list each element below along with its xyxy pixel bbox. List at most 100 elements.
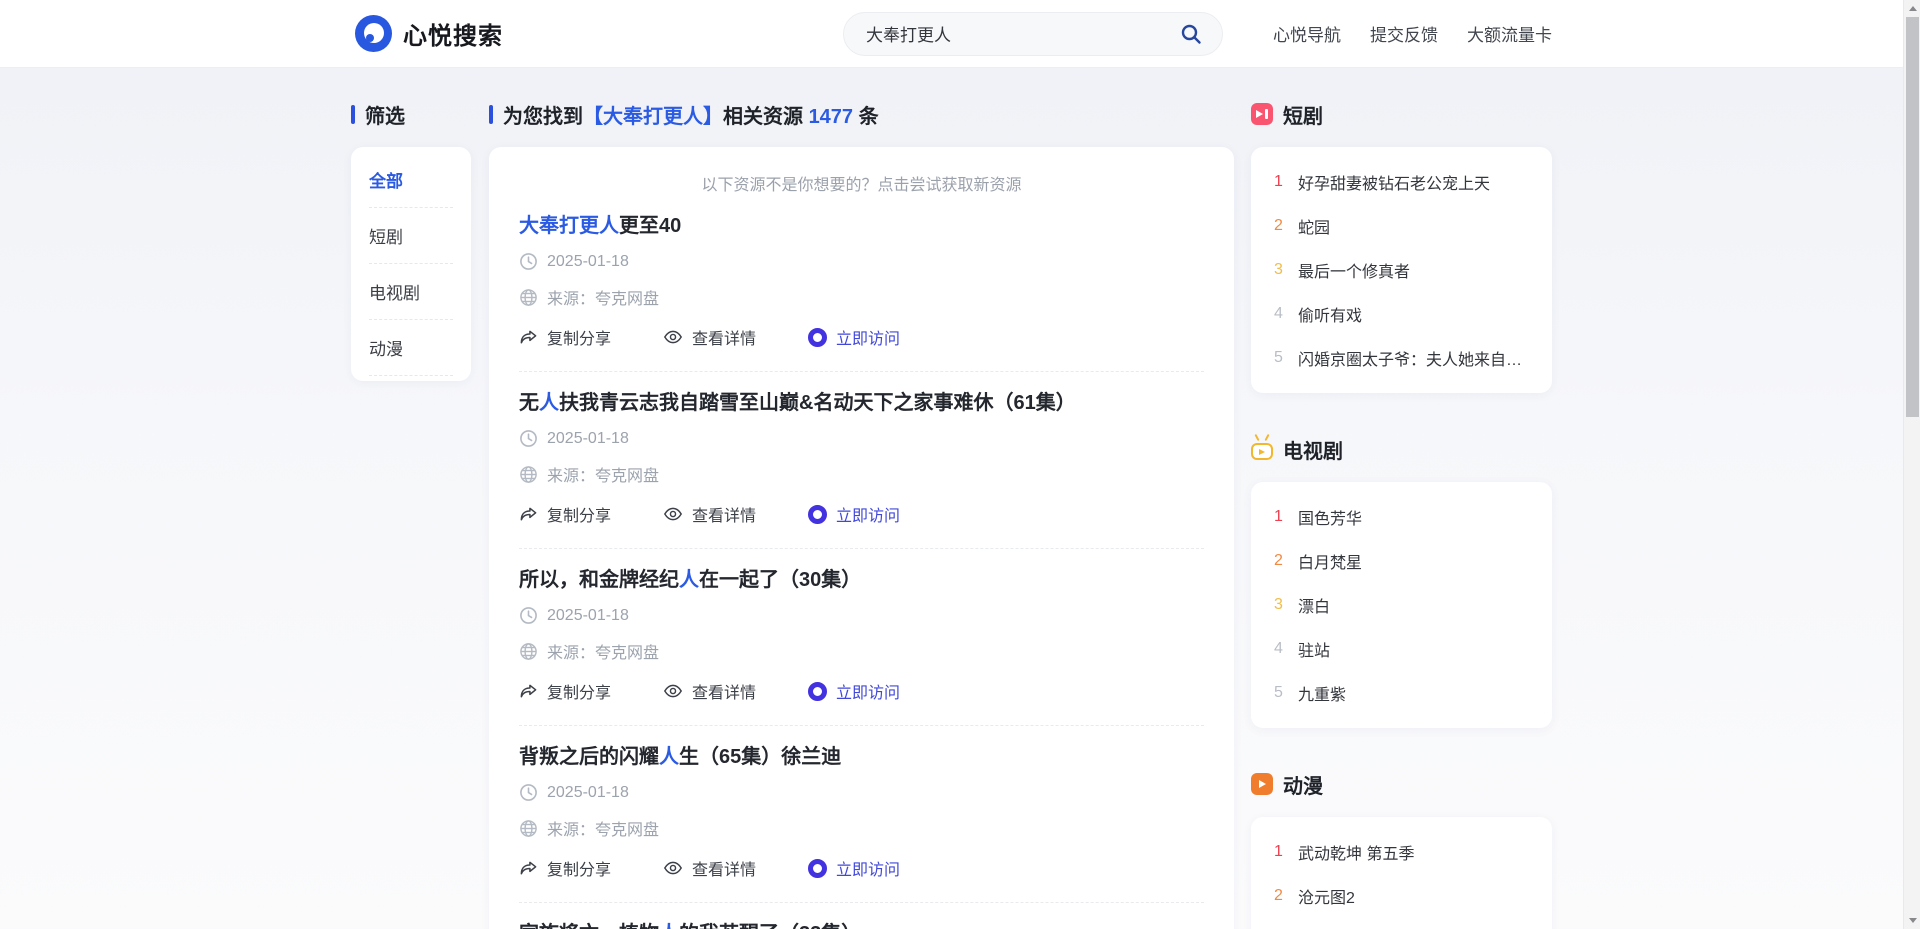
ranking-item[interactable]: 5 闪婚京圈太子爷：夫人她来自农村 bbox=[1271, 338, 1532, 378]
results-header-suffix: 条 bbox=[853, 106, 879, 128]
result-date-row: 2025-01-18 bbox=[519, 429, 1204, 448]
ranking-label: 漂白 bbox=[1298, 593, 1330, 617]
scrollbar-thumb[interactable] bbox=[1906, 17, 1919, 417]
copy-share-button[interactable]: 复制分享 bbox=[519, 502, 611, 526]
view-detail-label: 查看详情 bbox=[692, 679, 756, 703]
result-date: 2025-01-18 bbox=[547, 607, 629, 625]
filter-item-2[interactable]: 电视剧 bbox=[369, 264, 453, 320]
ranking-section: 动漫 1 武动乾坤 第五季 2 沧元图2 3 时光代理人 英都篇 4 bbox=[1251, 772, 1552, 929]
result-title[interactable]: 无人扶我青云志我自踏雪至山巅&名动天下之家事难休（61集） bbox=[519, 392, 1204, 415]
view-detail-label: 查看详情 bbox=[692, 856, 756, 880]
view-detail-button[interactable]: 查看详情 bbox=[663, 856, 756, 880]
copy-share-label: 复制分享 bbox=[547, 679, 611, 703]
results-header-prefix: 为您找到 bbox=[503, 106, 583, 128]
ranking-item[interactable]: 1 好孕甜妻被钻石老公宠上天 bbox=[1271, 162, 1532, 202]
result-title[interactable]: 背叛之后的闪耀人生（65集）徐兰迪 bbox=[519, 746, 1204, 769]
share-icon bbox=[519, 328, 538, 347]
eye-icon bbox=[663, 681, 683, 701]
ranking-label: 白月梵星 bbox=[1298, 549, 1362, 573]
ranking-card: 1 国色芳华 2 白月梵星 3 漂白 4 驻站 5 bbox=[1251, 482, 1552, 728]
nav-link[interactable]: 大额流量卡 bbox=[1467, 21, 1552, 46]
search-input[interactable] bbox=[866, 24, 1176, 44]
visit-now-label: 立即访问 bbox=[836, 679, 900, 703]
view-detail-button[interactable]: 查看详情 bbox=[663, 502, 756, 526]
result-title-part: 家族将亡，植物 bbox=[519, 923, 659, 929]
result-title[interactable]: 所以，和金牌经纪人在一起了（30集） bbox=[519, 569, 1204, 592]
eye-icon bbox=[663, 858, 683, 878]
ranking-number: 1 bbox=[1271, 173, 1286, 191]
brand-name: 心悦搜索 bbox=[403, 16, 503, 51]
ranking-item[interactable]: 3 时光代理人 英都篇 bbox=[1271, 920, 1532, 929]
header-nav: 心悦导航 提交反馈 大额流量卡 bbox=[1273, 21, 1552, 46]
copy-share-button[interactable]: 复制分享 bbox=[519, 856, 611, 880]
results-header: 为您找到【大奉打更人】相关资源 1477 条 bbox=[489, 102, 1234, 126]
ranking-item[interactable]: 3 漂白 bbox=[1271, 585, 1532, 625]
filter-item-1[interactable]: 短剧 bbox=[369, 208, 453, 264]
ranking-title-text: 动漫 bbox=[1283, 770, 1323, 799]
result-title[interactable]: 大奉打更人更至40 bbox=[519, 215, 1204, 238]
ranking-item[interactable]: 1 国色芳华 bbox=[1271, 497, 1532, 537]
result-actions: 复制分享 查看详情 bbox=[519, 856, 1204, 880]
visit-now-button[interactable]: 立即访问 bbox=[808, 325, 900, 349]
filter-title: 筛选 bbox=[351, 102, 471, 126]
results-header-text: 为您找到【大奉打更人】相关资源 1477 条 bbox=[503, 100, 879, 129]
visit-icon bbox=[808, 505, 827, 524]
results-card: 以下资源不是你想要的？点击尝试获取新资源 大奉打更人更至40 2025-01-1… bbox=[489, 147, 1234, 929]
result-title-part: 在一起了（30集） bbox=[699, 569, 861, 591]
result-date-row: 2025-01-18 bbox=[519, 606, 1204, 625]
result-title[interactable]: 家族将亡，植物人的我苏醒了（33集） bbox=[519, 923, 1204, 929]
view-detail-button[interactable]: 查看详情 bbox=[663, 679, 756, 703]
filter-item-3[interactable]: 动漫 bbox=[369, 320, 453, 376]
scrollbar-up-arrow[interactable] bbox=[1904, 0, 1920, 17]
refresh-hint[interactable]: 以下资源不是你想要的？点击尝试获取新资源 bbox=[519, 171, 1204, 195]
result-title-part: 大奉打更人 bbox=[519, 215, 619, 237]
ranking-item[interactable]: 1 武动乾坤 第五季 bbox=[1271, 832, 1532, 872]
result-date-row: 2025-01-18 bbox=[519, 783, 1204, 802]
ranking-item[interactable]: 2 沧元图2 bbox=[1271, 876, 1532, 916]
browser-scrollbar[interactable] bbox=[1903, 0, 1920, 929]
visit-now-button[interactable]: 立即访问 bbox=[808, 679, 900, 703]
ranking-label: 国色芳华 bbox=[1298, 505, 1362, 529]
filter-item-0[interactable]: 全部 bbox=[369, 152, 453, 208]
share-icon bbox=[519, 505, 538, 524]
ranking-item[interactable]: 5 九重紫 bbox=[1271, 673, 1532, 713]
copy-share-label: 复制分享 bbox=[547, 325, 611, 349]
ranking-item[interactable]: 2 蛇园 bbox=[1271, 206, 1532, 246]
result-title-part: 更至40 bbox=[619, 215, 681, 237]
page-content: 筛选 全部 短剧 电视剧 动漫 为您找到【大奉打更人】相关资源 1477 条 以… bbox=[0, 68, 1920, 929]
brand-logo[interactable]: 心悦搜索 bbox=[355, 15, 503, 52]
visit-icon bbox=[808, 859, 827, 878]
ranking-label: 沧元图2 bbox=[1298, 884, 1355, 908]
nav-link[interactable]: 心悦导航 bbox=[1273, 21, 1341, 46]
search-bar[interactable] bbox=[843, 12, 1223, 56]
result-item: 无人扶我青云志我自踏雪至山巅&名动天下之家事难休（61集） 2025-01-18 bbox=[519, 372, 1204, 549]
scrollbar-down-arrow[interactable] bbox=[1904, 912, 1920, 929]
view-detail-button[interactable]: 查看详情 bbox=[663, 325, 756, 349]
copy-share-button[interactable]: 复制分享 bbox=[519, 325, 611, 349]
search-button[interactable] bbox=[1176, 19, 1206, 49]
visit-now-button[interactable]: 立即访问 bbox=[808, 502, 900, 526]
result-source: 来源：夸克网盘 bbox=[547, 816, 659, 840]
ranking-number: 2 bbox=[1271, 217, 1286, 235]
results-count: 1477 bbox=[809, 106, 854, 128]
result-source-row: 来源：夸克网盘 bbox=[519, 462, 1204, 486]
result-item: 大奉打更人更至40 2025-01-18 bbox=[519, 195, 1204, 372]
ranking-item[interactable]: 4 驻站 bbox=[1271, 629, 1532, 669]
result-source-row: 来源：夸克网盘 bbox=[519, 639, 1204, 663]
ranking-item[interactable]: 4 偷听有戏 bbox=[1271, 294, 1532, 334]
result-title-part: 人 bbox=[659, 746, 679, 768]
eye-icon bbox=[663, 327, 683, 347]
accent-bar bbox=[351, 105, 355, 124]
ranking-item[interactable]: 3 最后一个修真者 bbox=[1271, 250, 1532, 290]
result-actions: 复制分享 查看详情 bbox=[519, 679, 1204, 703]
copy-share-button[interactable]: 复制分享 bbox=[519, 679, 611, 703]
result-source-row: 来源：夸克网盘 bbox=[519, 285, 1204, 309]
ranking-item[interactable]: 2 白月梵星 bbox=[1271, 541, 1532, 581]
visit-now-button[interactable]: 立即访问 bbox=[808, 856, 900, 880]
filter-title-text: 筛选 bbox=[365, 100, 405, 129]
ranking-title: 动漫 bbox=[1251, 772, 1552, 796]
nav-link[interactable]: 提交反馈 bbox=[1370, 21, 1438, 46]
result-source: 来源：夸克网盘 bbox=[547, 462, 659, 486]
ranking-number: 1 bbox=[1271, 508, 1286, 526]
result-source: 来源：夸克网盘 bbox=[547, 285, 659, 309]
